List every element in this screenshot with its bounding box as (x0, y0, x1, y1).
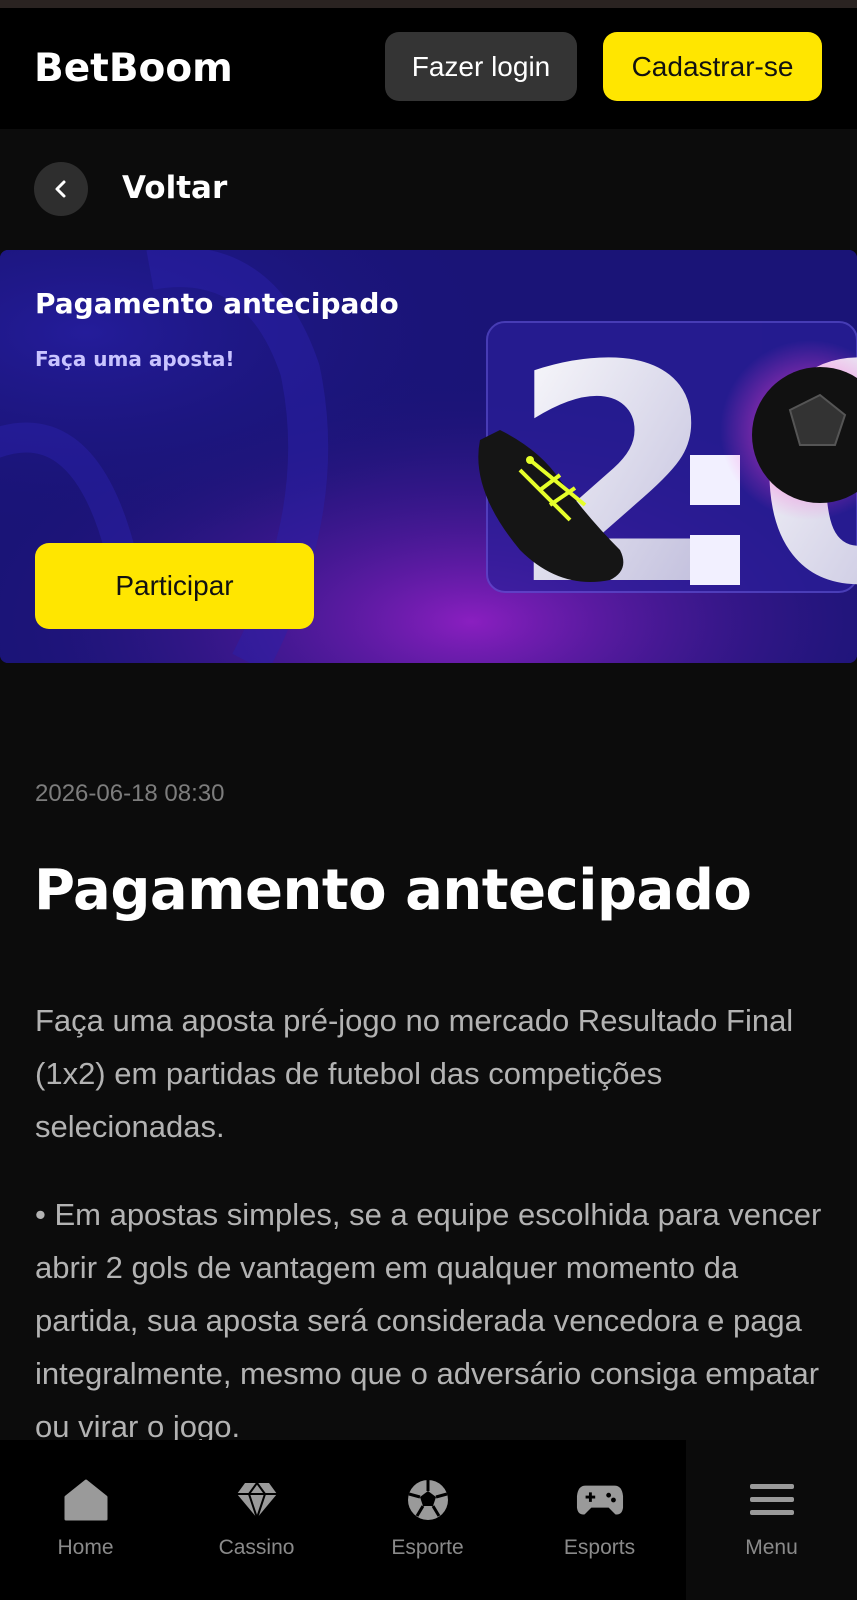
back-button[interactable] (34, 162, 88, 216)
article-date: 2026-06-18 08:30 (35, 780, 225, 807)
betboom-logo[interactable]: BetBoom (34, 46, 233, 91)
article-paragraph: • Em apostas simples, se a equipe escolh… (35, 1197, 822, 1444)
register-button[interactable]: Cadastrar-se (603, 32, 822, 101)
nav-item-esports[interactable]: Esports (514, 1440, 685, 1600)
bottom-nav: Home Cassino Esporte Esports Menu (0, 1440, 857, 1600)
nav-item-menu[interactable]: Menu (686, 1440, 857, 1600)
back-label[interactable]: Voltar (122, 170, 227, 206)
gamepad-icon (576, 1476, 624, 1524)
nav-label: Cassino (218, 1536, 295, 1559)
banner-title: Pagamento antecipado (35, 287, 399, 320)
article-title: Pagamento antecipado (34, 858, 752, 923)
soccer-ball-icon (404, 1476, 452, 1524)
nav-label: Menu (745, 1536, 798, 1559)
diamond-icon (233, 1476, 281, 1524)
chevron-left-icon (55, 180, 66, 198)
banner-subtitle: Faça uma aposta! (35, 347, 235, 371)
nav-label: Esporte (391, 1536, 464, 1559)
nav-item-esporte[interactable]: Esporte (342, 1440, 513, 1600)
menu-icon (748, 1476, 796, 1524)
participate-button[interactable]: Participar (35, 543, 314, 629)
site-header: BetBoom Fazer login Cadastrar-se (0, 8, 857, 129)
status-strip (0, 0, 857, 8)
nav-item-cassino[interactable]: Cassino (171, 1440, 342, 1600)
promo-banner: 2 0 Pagamento antecipado Faça uma aposta… (0, 250, 857, 663)
nav-label: Home (57, 1536, 114, 1559)
home-icon (62, 1476, 110, 1524)
nav-item-home[interactable]: Home (0, 1440, 171, 1600)
login-button[interactable]: Fazer login (385, 32, 577, 101)
article-paragraph: Faça uma aposta pré-jogo no mercado Resu… (35, 1003, 794, 1144)
nav-label: Esports (563, 1536, 636, 1559)
back-row: Voltar (0, 129, 857, 249)
